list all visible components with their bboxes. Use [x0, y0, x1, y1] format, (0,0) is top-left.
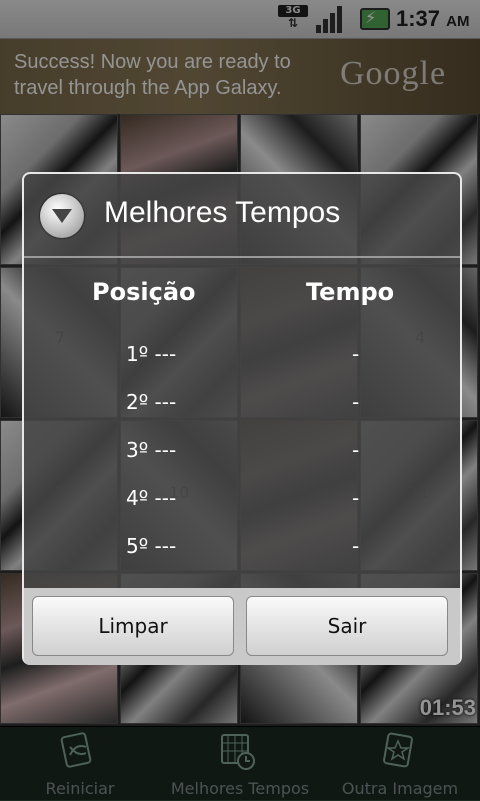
rank-cell: 5º --- [126, 534, 177, 558]
time-cell: - [352, 486, 360, 510]
time-column-header: Tempo [306, 278, 395, 306]
time-cell: - [352, 438, 360, 462]
rank-cell: 2º --- [126, 390, 177, 414]
rank-cell: 4º --- [126, 486, 177, 510]
exit-button[interactable]: Sair [246, 596, 448, 656]
time-cell: - [352, 534, 360, 558]
dialog-title: Melhores Tempos [104, 196, 341, 229]
dialog-button-bar: Limpar Sair [24, 588, 460, 665]
rank-cell: 3º --- [126, 438, 177, 462]
best-times-dialog: Melhores Tempos Posição Tempo 1º --- - 2… [22, 172, 462, 665]
clear-button[interactable]: Limpar [32, 596, 234, 656]
time-cell: - [352, 390, 360, 414]
rank-cell: 1º --- [126, 342, 177, 366]
dialog-header: Melhores Tempos [24, 174, 460, 258]
time-cell: - [352, 342, 360, 366]
chevron-down-circle-icon [40, 194, 84, 238]
position-column-header: Posição [92, 278, 196, 306]
